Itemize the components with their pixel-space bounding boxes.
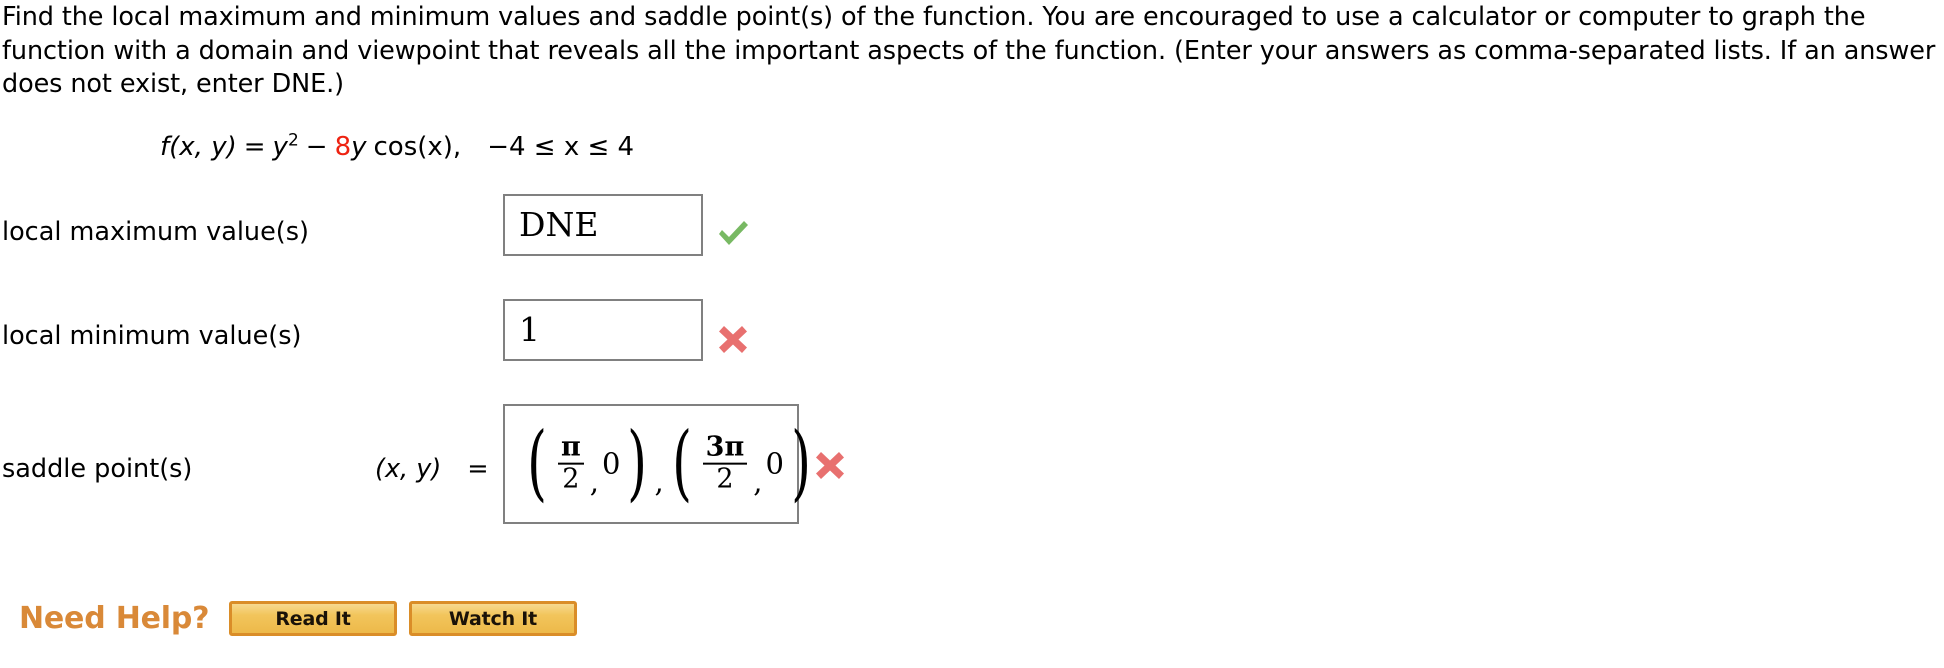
equation-domain: −4 ≤ x ≤ 4	[487, 132, 635, 162]
question-prompt: Find the local maximum and minimum value…	[2, 2, 1936, 99]
read-it-button-label: Read It	[275, 607, 351, 630]
open-paren-1-icon: (	[527, 415, 547, 511]
coordinate-equals: =	[467, 454, 489, 484]
point-1-comma: ,	[589, 464, 599, 499]
fraction-1-numerator: π	[558, 433, 584, 465]
input-local-maximum[interactable]: DNE	[503, 194, 703, 256]
fraction-pi-over-2: π 2	[558, 433, 584, 495]
point-1-y-value: 0	[601, 447, 621, 481]
equation-lhs: f(x, y)	[160, 132, 237, 162]
input-local-maximum-value: DNE	[519, 204, 599, 244]
red-x-icon	[810, 445, 850, 485]
points-separator: ,	[654, 464, 664, 499]
watch-it-button-label: Watch It	[448, 607, 538, 630]
green-check-icon	[713, 213, 753, 253]
saddle-points-expression: ( π 2 , 0 ) , ( 3π 2 , 0 )	[521, 415, 817, 511]
input-saddle-points[interactable]: ( π 2 , 0 ) , ( 3π 2 , 0 )	[503, 404, 811, 524]
equation-comma: ,	[452, 132, 462, 162]
function-equation: f(x, y) = y2−8y cos(x), −4 ≤ x ≤ 4	[160, 130, 634, 164]
label-local-minimum: local minimum value(s)	[2, 321, 302, 351]
fraction-3pi-over-2: 3π 2	[702, 433, 748, 495]
equation-coefficient: 8	[334, 132, 352, 162]
label-saddle-points: saddle point(s)	[2, 454, 193, 484]
fraction-2-denominator: 2	[716, 464, 734, 495]
close-paren-2-icon: )	[790, 415, 811, 511]
fraction-1-denominator: 2	[562, 464, 580, 495]
label-local-maximum: local maximum value(s)	[2, 217, 309, 247]
read-it-button[interactable]: Read It	[229, 601, 397, 636]
equation-minus: −	[305, 132, 328, 162]
input-local-minimum[interactable]: 1	[503, 299, 703, 361]
open-paren-2-icon: (	[671, 415, 692, 511]
coordinate-label: (x, y) =	[375, 454, 489, 484]
equation-y-squared-exponent: 2	[287, 130, 299, 151]
input-local-minimum-value: 1	[519, 309, 540, 349]
equation-equals: =	[243, 132, 266, 162]
equation-y-factor: y	[351, 132, 367, 162]
equation-cos-term: cos(x)	[373, 132, 453, 162]
close-paren-1-icon: )	[627, 415, 648, 511]
need-help-heading: Need Help?	[19, 601, 210, 636]
fraction-2-numerator: 3π	[702, 433, 748, 465]
point-2-comma: ,	[753, 464, 763, 499]
point-2-y-value: 0	[765, 447, 784, 481]
watch-it-button[interactable]: Watch It	[409, 601, 577, 636]
red-x-icon	[713, 319, 753, 359]
equation-y-squared-base: y	[272, 132, 288, 162]
coordinate-label-text: (x, y)	[375, 454, 442, 484]
